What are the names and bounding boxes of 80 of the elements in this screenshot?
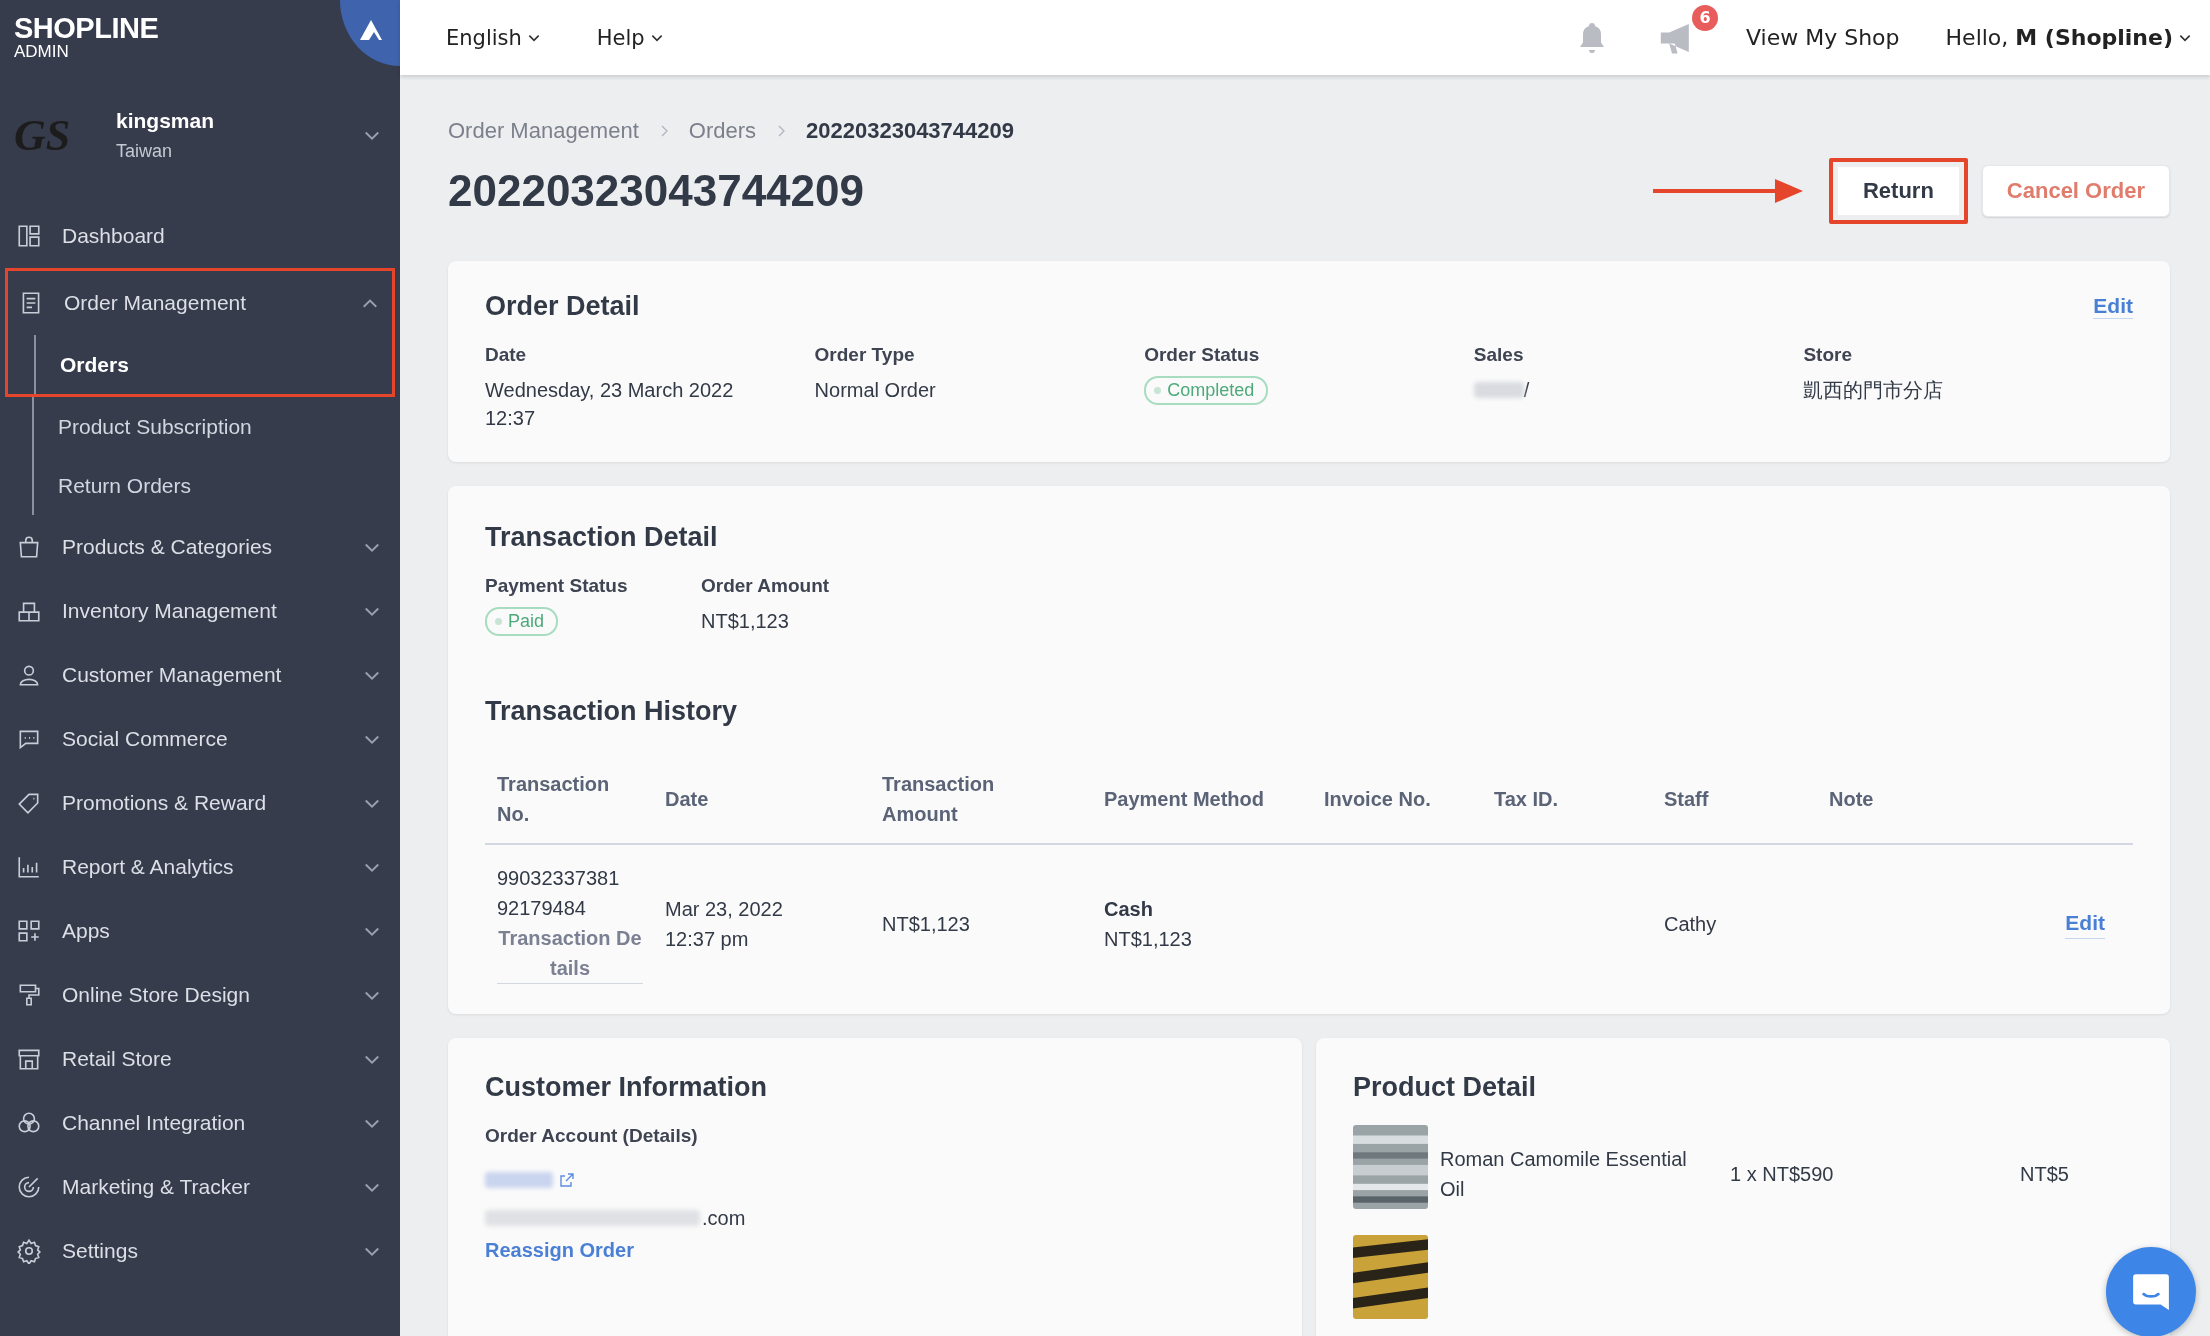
bar-chart-icon <box>16 854 42 880</box>
field-value: 凱西的門市分店 <box>1803 378 1944 403</box>
card-title: Product Detail <box>1353 1072 1537 1103</box>
product-quantity: 1 x NT$590 <box>1730 1162 1835 1186</box>
sidebar-item[interactable]: Report & Analytics <box>6 835 394 899</box>
user-menu[interactable]: Hello, M (Shopline) <box>1945 25 2192 50</box>
table-cell-text: Mar 23, 2022 12:37 pm <box>665 896 784 952</box>
dropdown-menu[interactable]: Help <box>596 25 664 50</box>
sidebar-item[interactable]: Settings <box>6 1219 394 1283</box>
status-badge: Paid <box>485 607 559 636</box>
edit-link[interactable]: Edit <box>2065 908 2105 939</box>
store-region: Taiwan <box>116 140 174 162</box>
transaction-details-link[interactable]: Transaction Details <box>497 923 643 984</box>
product-name: Roman Camomile Essential Oil <box>1440 1147 1688 1202</box>
return-button[interactable]: Return <box>1828 158 1968 224</box>
column-header: Date <box>665 787 710 812</box>
brand-logo: SHOPLINE <box>14 13 159 43</box>
card-title: Transaction Detail <box>485 522 719 553</box>
table-cell-text: 99032337381 92179484 <box>497 866 621 921</box>
external-link-icon[interactable] <box>559 1172 575 1188</box>
reassign-order-link[interactable]: Reassign Order <box>485 1239 634 1262</box>
sidebar-subitem[interactable]: Return Orders <box>34 456 394 515</box>
sidebar-item[interactable]: Channel Integration <box>6 1091 394 1155</box>
table-cell-text: NT$1,123 <box>1104 926 1193 952</box>
sidebar-item[interactable]: Online Store Design <box>6 963 394 1027</box>
layout-icon <box>16 223 42 249</box>
card-title: Order Detail <box>485 291 640 322</box>
column-header: Tax ID. <box>1494 787 1560 812</box>
sidebar-item[interactable]: Promotions & Reward <box>6 771 394 835</box>
sidebar-item[interactable]: Customer Management <box>6 643 394 707</box>
dropdown-menu[interactable]: English <box>446 25 541 50</box>
status-badge: Completed <box>1144 376 1269 405</box>
field-label: Date <box>485 344 527 366</box>
sidebar-item[interactable]: Retail Store <box>6 1027 394 1091</box>
column-header: Transaction Amount <box>882 772 996 827</box>
field-label: Order Amount <box>701 575 830 597</box>
field-label: Order Type <box>814 344 915 366</box>
field-label: Sales <box>1473 344 1524 366</box>
sidebar-subitem[interactable]: Orders <box>36 335 392 394</box>
store-name: kingsman <box>116 108 216 133</box>
column-header: Payment Method <box>1104 787 1266 812</box>
settings-icon <box>16 1238 42 1264</box>
field-value: Normal Order <box>814 378 936 403</box>
notification-badge: 6 <box>1692 4 1718 31</box>
target-icon <box>16 1174 42 1200</box>
field-value: Wednesday, 23 March 2022 12:37 <box>485 378 735 431</box>
field-value: / <box>1523 378 1530 403</box>
app-logo-icon[interactable] <box>340 0 400 66</box>
sidebar-item[interactable]: Products & Categories <box>6 515 394 579</box>
breadcrumb-item: 20220323043744209 <box>806 118 1015 144</box>
sidebar-item[interactable]: Social Commerce <box>6 707 394 771</box>
section-title: Transaction History <box>485 696 739 727</box>
column-header: Note <box>1829 787 1875 812</box>
field-value: NT$1,123 <box>701 609 789 634</box>
card-title: Customer Information <box>485 1072 767 1103</box>
sidebar-item[interactable]: Marketing & Tracker <box>6 1155 394 1219</box>
brand-subtitle: ADMIN <box>14 43 70 61</box>
field-label: Payment Status <box>485 575 628 597</box>
table-cell-text: Cathy <box>1664 911 1718 937</box>
sidebar-item[interactable]: Dashboard <box>6 204 394 268</box>
redacted-text <box>1473 382 1524 398</box>
field-label: Order Status <box>1144 344 1260 366</box>
sidebar-item[interactable]: Apps <box>6 899 394 963</box>
view-shop-link[interactable]: View My Shop <box>1746 25 1900 50</box>
page-title: 20220323043744209 <box>448 166 864 216</box>
column-header: Invoice No. <box>1324 787 1432 812</box>
field-label: Order Account (Details) <box>485 1125 698 1147</box>
sidebar-item[interactable]: Inventory Management <box>6 579 394 643</box>
grid-icon <box>16 918 42 944</box>
sidebar-subitem[interactable]: Product Subscription <box>34 397 394 456</box>
sidebar-item[interactable]: Order Management <box>8 271 392 335</box>
email-domain: .com <box>702 1206 746 1231</box>
product-total: NT$5 <box>2020 1162 2069 1186</box>
column-header: Staff <box>1664 787 1710 812</box>
edit-link[interactable]: Edit <box>2093 294 2133 319</box>
chevron-right-icon <box>776 124 786 138</box>
field-label: Store <box>1803 344 1852 366</box>
table-cell-text: NT$1,123 <box>882 911 971 937</box>
column-header: Transaction No. <box>497 772 611 827</box>
payment-method: Cash <box>1104 896 1154 922</box>
